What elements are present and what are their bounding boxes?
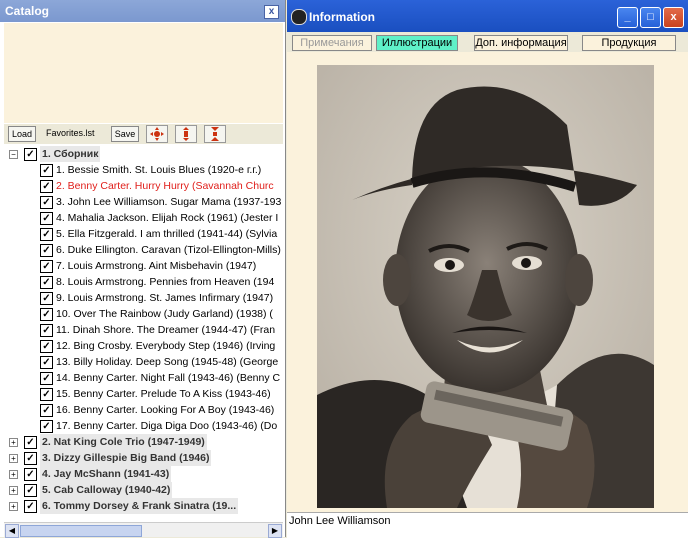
information-tabs: Примечания Иллюстрации Доп. информация П…: [287, 32, 688, 52]
information-panel: Information _ □ x Примечания Иллюстрации…: [287, 0, 688, 538]
tree-group-label: 5. Cab Calloway (1940-42): [40, 482, 173, 498]
expand-icon[interactable]: +: [9, 486, 18, 495]
move-all-icon[interactable]: [146, 125, 168, 143]
checkbox[interactable]: ✓: [40, 372, 53, 385]
checkbox[interactable]: ✓: [40, 244, 53, 257]
checkbox[interactable]: ✓: [40, 356, 53, 369]
checkbox[interactable]: ✓: [40, 196, 53, 209]
tree-group-label: 3. Dizzy Gillespie Big Band (1946): [40, 450, 212, 466]
tab-notes[interactable]: Примечания: [292, 35, 372, 51]
checkbox[interactable]: ✓: [40, 212, 53, 225]
checkbox[interactable]: ✓: [24, 452, 37, 465]
tree-item-label: 9. Louis Armstrong. St. James Infirmary …: [56, 292, 274, 304]
tree-group-label: 4. Jay McShann (1941-43): [40, 466, 172, 482]
tree-item-label: 5. Ella Fitzgerald. I am thrilled (1941-…: [56, 228, 278, 240]
checkbox[interactable]: ✓: [40, 420, 53, 433]
portrait-photo: [317, 65, 654, 508]
tree-item-label: 13. Billy Holiday. Deep Song (1945-48) (…: [56, 356, 279, 368]
collapse-vertical-icon[interactable]: [204, 125, 226, 143]
information-title: Information: [309, 10, 375, 24]
information-titlebar[interactable]: Information _ □ x: [287, 0, 688, 32]
expand-icon[interactable]: +: [9, 438, 18, 447]
move-vertical-icon[interactable]: [175, 125, 197, 143]
tree-item-label: 11. Dinah Shore. The Dreamer (1944-47) (…: [56, 324, 276, 336]
tree-item-label: 2. Benny Carter. Hurry Hurry (Savannah C…: [56, 180, 274, 192]
horizontal-scrollbar[interactable]: ◀ ▶: [4, 522, 283, 538]
expand-icon[interactable]: +: [9, 502, 18, 511]
expand-icon[interactable]: +: [9, 470, 18, 479]
checkbox[interactable]: ✓: [24, 436, 37, 449]
tree-item-label: 8. Louis Armstrong. Pennies from Heaven …: [56, 276, 275, 288]
scroll-right-icon[interactable]: ▶: [268, 524, 282, 538]
checkbox[interactable]: ✓: [40, 404, 53, 417]
catalog-toolbar: Load Favorites.lst Save: [4, 124, 283, 144]
tree-item-label: 1. Bessie Smith. St. Louis Blues (1920-е…: [56, 164, 262, 176]
close-button[interactable]: x: [663, 7, 684, 28]
illustration-area: [287, 52, 688, 512]
checkbox[interactable]: ✓: [24, 500, 37, 513]
catalog-titlebar[interactable]: Catalog x: [0, 0, 285, 22]
tree-item-label: 17. Benny Carter. Diga Diga Doo (1943-46…: [56, 420, 278, 432]
checkbox[interactable]: ✓: [24, 484, 37, 497]
tab-illustrations[interactable]: Иллюстрации: [376, 35, 458, 51]
checkbox[interactable]: ✓: [40, 228, 53, 241]
catalog-info-area: [4, 23, 283, 123]
tree-item-label: 14. Benny Carter. Night Fall (1943-46) (…: [56, 372, 281, 384]
tree-item-label: 7. Louis Armstrong. Aint Misbehavin (194…: [56, 260, 257, 272]
tree-item-label: 16. Benny Carter. Looking For A Boy (194…: [56, 404, 275, 416]
load-button[interactable]: Load: [8, 126, 36, 142]
tab-products[interactable]: Продукция: [582, 35, 676, 51]
checkbox[interactable]: ✓: [24, 468, 37, 481]
checkbox[interactable]: ✓: [40, 260, 53, 273]
tree-item-label: 10. Over The Rainbow (Judy Garland) (193…: [56, 308, 273, 320]
checkbox[interactable]: ✓: [40, 340, 53, 353]
checkbox[interactable]: ✓: [40, 324, 53, 337]
checkbox[interactable]: ✓: [40, 164, 53, 177]
collapse-icon[interactable]: −: [9, 150, 18, 159]
tree-item-label: 4. Mahalia Jackson. Elijah Rock (1961) (…: [56, 212, 279, 224]
maximize-button[interactable]: □: [640, 7, 661, 28]
checkbox[interactable]: ✓: [40, 308, 53, 321]
catalog-tree: − ✓ 1. Сборник ✓ 1. Bessie Smith. St. Lou…: [4, 146, 283, 516]
tree-item-label: 3. John Lee Williamson. Sugar Mama (1937…: [56, 196, 282, 208]
minimize-button[interactable]: _: [617, 7, 638, 28]
catalog-close-button[interactable]: x: [264, 5, 279, 19]
tree-group-label: 1. Сборник: [40, 146, 101, 162]
checkbox[interactable]: ✓: [40, 276, 53, 289]
caption-bar: John Lee Williamson: [287, 512, 688, 538]
tree-group-label: 2. Nat King Cole Trio (1947-1949): [40, 434, 207, 450]
tab-additional-info[interactable]: Доп. информация: [474, 35, 568, 51]
tree-item-label: 6. Duke Ellington. Caravan (Tizol-Elling…: [56, 244, 281, 256]
tree-group-label: 6. Tommy Dorsey & Frank Sinatra (19...: [40, 498, 239, 514]
catalog-panel: Catalog x Load Favorites.lst Save − ✓ 1.…: [0, 0, 286, 538]
expand-icon[interactable]: +: [9, 454, 18, 463]
save-button[interactable]: Save: [111, 126, 139, 142]
checkbox[interactable]: ✓: [40, 388, 53, 401]
checkbox[interactable]: ✓: [40, 180, 53, 193]
photo-caption: John Lee Williamson: [289, 515, 391, 527]
checkbox[interactable]: ✓: [24, 148, 37, 161]
checkbox[interactable]: ✓: [40, 292, 53, 305]
tree-item-label: 12. Bing Crosby. Everybody Step (1946) (…: [56, 340, 276, 352]
scrollbar-thumb[interactable]: [20, 525, 142, 537]
app-icon: [291, 9, 307, 25]
scroll-left-icon[interactable]: ◀: [5, 524, 19, 538]
tree-item-label: 15. Benny Carter. Prelude To A Kiss (194…: [56, 388, 271, 400]
favorites-file-label: Favorites.lst: [46, 128, 95, 138]
catalog-title: Catalog: [5, 4, 50, 18]
